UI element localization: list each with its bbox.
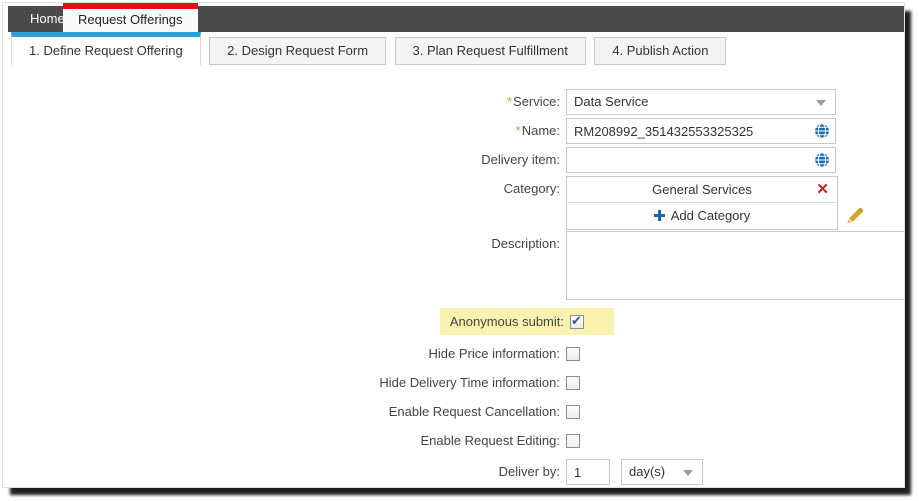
delivery-item-row: Delivery item: bbox=[3, 147, 904, 173]
category-item: General Services ✕ bbox=[567, 177, 837, 203]
add-category-button[interactable]: Add Category bbox=[567, 203, 837, 229]
category-row: Category: General Services ✕ Add Categor… bbox=[3, 176, 904, 230]
enable-editing-row: Enable Request Editing: bbox=[3, 430, 904, 452]
wizard-tab-bar: 1. Define Request Offering 2. Design Req… bbox=[3, 32, 904, 65]
hide-delivery-time-row: Hide Delivery Time information: bbox=[3, 372, 904, 394]
define-request-offering-form: *Service: Data Service *Name: bbox=[3, 65, 904, 487]
category-list: General Services ✕ Add Category bbox=[566, 176, 838, 230]
plus-icon bbox=[654, 210, 665, 221]
edit-categories-pencil-icon[interactable] bbox=[846, 207, 864, 225]
service-select[interactable]: Data Service bbox=[566, 89, 836, 115]
main-tab-bar: Home Request Offerings bbox=[8, 6, 904, 32]
anonymous-submit-highlight: Anonymous submit: bbox=[440, 308, 614, 335]
deliver-by-unit-select[interactable]: day(s) bbox=[621, 459, 703, 485]
anonymous-submit-label: Anonymous submit: bbox=[450, 314, 564, 329]
enable-cancellation-label: Enable Request Cancellation: bbox=[3, 401, 560, 419]
remove-category-x-icon[interactable]: ✕ bbox=[816, 177, 829, 203]
enable-editing-label: Enable Request Editing: bbox=[3, 430, 560, 448]
tab-plan-request-fulfillment[interactable]: 3. Plan Request Fulfillment bbox=[395, 37, 586, 65]
anonymous-submit-checkbox[interactable] bbox=[570, 315, 584, 329]
globe-icon[interactable] bbox=[814, 123, 830, 139]
required-asterisk: * bbox=[507, 94, 512, 109]
globe-icon[interactable] bbox=[814, 152, 830, 168]
tab-define-request-offering[interactable]: 1. Define Request Offering bbox=[11, 32, 201, 65]
anonymous-submit-row: Anonymous submit: bbox=[3, 308, 904, 335]
delivery-item-label: Delivery item: bbox=[3, 147, 560, 167]
tab-design-request-form[interactable]: 2. Design Request Form bbox=[209, 37, 386, 65]
name-input[interactable] bbox=[566, 118, 836, 144]
tab-request-offerings[interactable]: Request Offerings bbox=[63, 3, 198, 32]
enable-cancellation-row: Enable Request Cancellation: bbox=[3, 401, 904, 423]
deliver-by-row: Deliver by: day(s) bbox=[3, 459, 904, 485]
application-window: Home Request Offerings 1. Define Request… bbox=[2, 2, 905, 488]
hide-delivery-time-checkbox[interactable] bbox=[566, 376, 580, 390]
name-label: *Name: bbox=[3, 118, 560, 138]
description-textarea[interactable] bbox=[566, 231, 905, 300]
enable-editing-checkbox[interactable] bbox=[566, 434, 580, 448]
deliver-by-input[interactable] bbox=[566, 459, 610, 485]
hide-price-label: Hide Price information: bbox=[3, 343, 560, 361]
name-row: *Name: bbox=[3, 118, 904, 144]
hide-price-row: Hide Price information: bbox=[3, 343, 904, 365]
hide-price-checkbox[interactable] bbox=[566, 347, 580, 361]
enable-cancellation-checkbox[interactable] bbox=[566, 405, 580, 419]
delivery-item-input[interactable] bbox=[566, 147, 836, 173]
description-label: Description: bbox=[3, 231, 560, 251]
service-row: *Service: Data Service bbox=[3, 89, 904, 115]
description-row: Description: bbox=[3, 231, 904, 305]
category-label: Category: bbox=[3, 176, 560, 196]
deliver-by-label: Deliver by: bbox=[3, 459, 560, 479]
service-label: *Service: bbox=[3, 89, 560, 109]
tab-publish-action[interactable]: 4. Publish Action bbox=[594, 37, 726, 65]
hide-delivery-time-label: Hide Delivery Time information: bbox=[3, 372, 560, 390]
required-asterisk: * bbox=[516, 123, 521, 138]
